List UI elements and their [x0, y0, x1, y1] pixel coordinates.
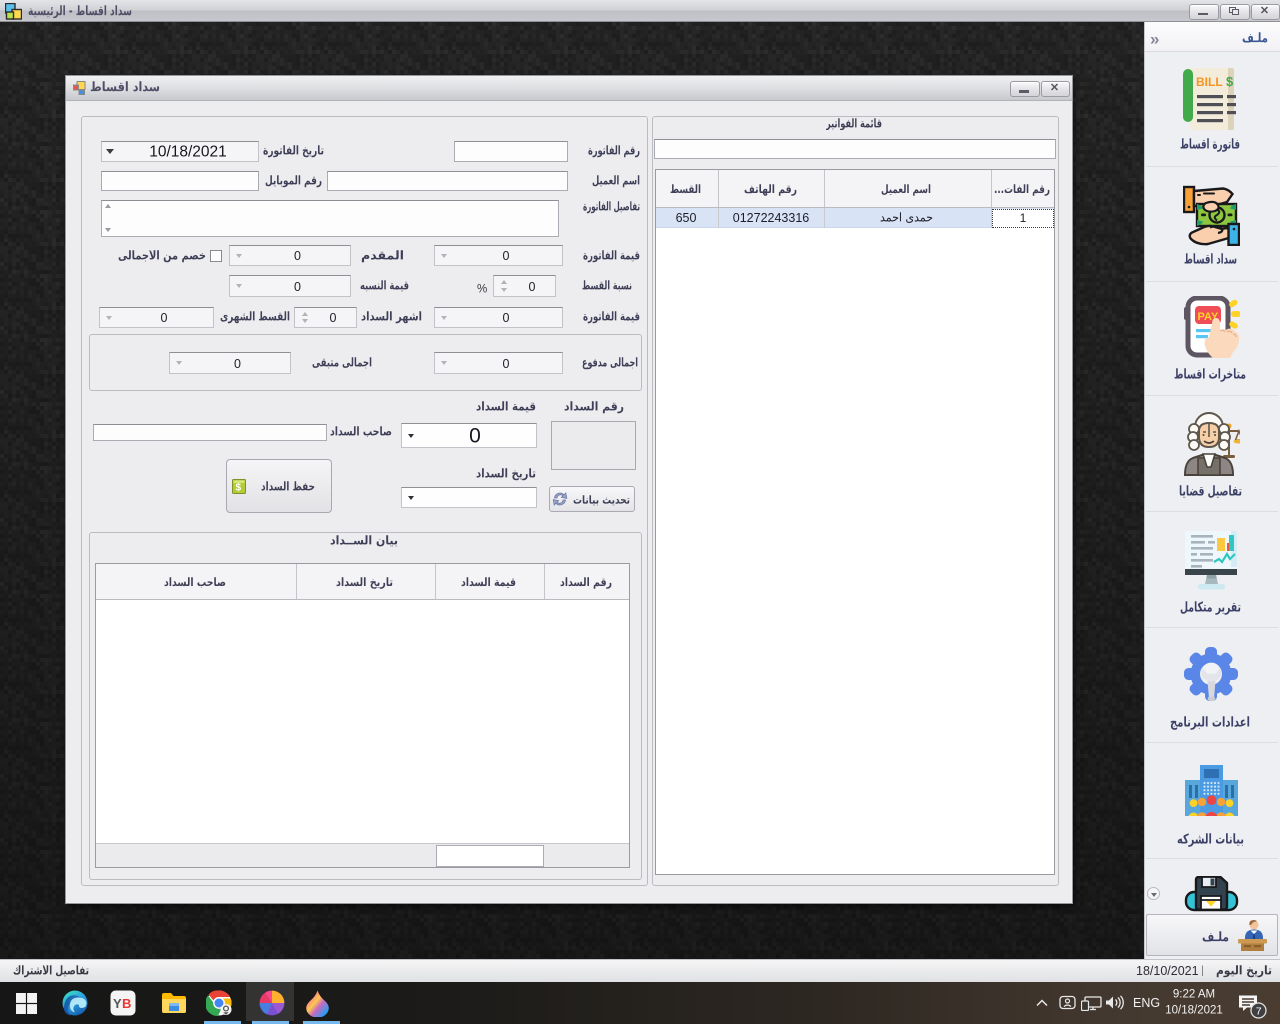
svg-text:BILL: BILL: [1196, 75, 1223, 89]
svg-text:Y: Y: [113, 996, 122, 1011]
svg-text:B: B: [122, 996, 131, 1011]
svg-text:7: 7: [1256, 1006, 1262, 1018]
svg-text:$: $: [1226, 74, 1234, 89]
svg-text:$: $: [236, 483, 242, 494]
